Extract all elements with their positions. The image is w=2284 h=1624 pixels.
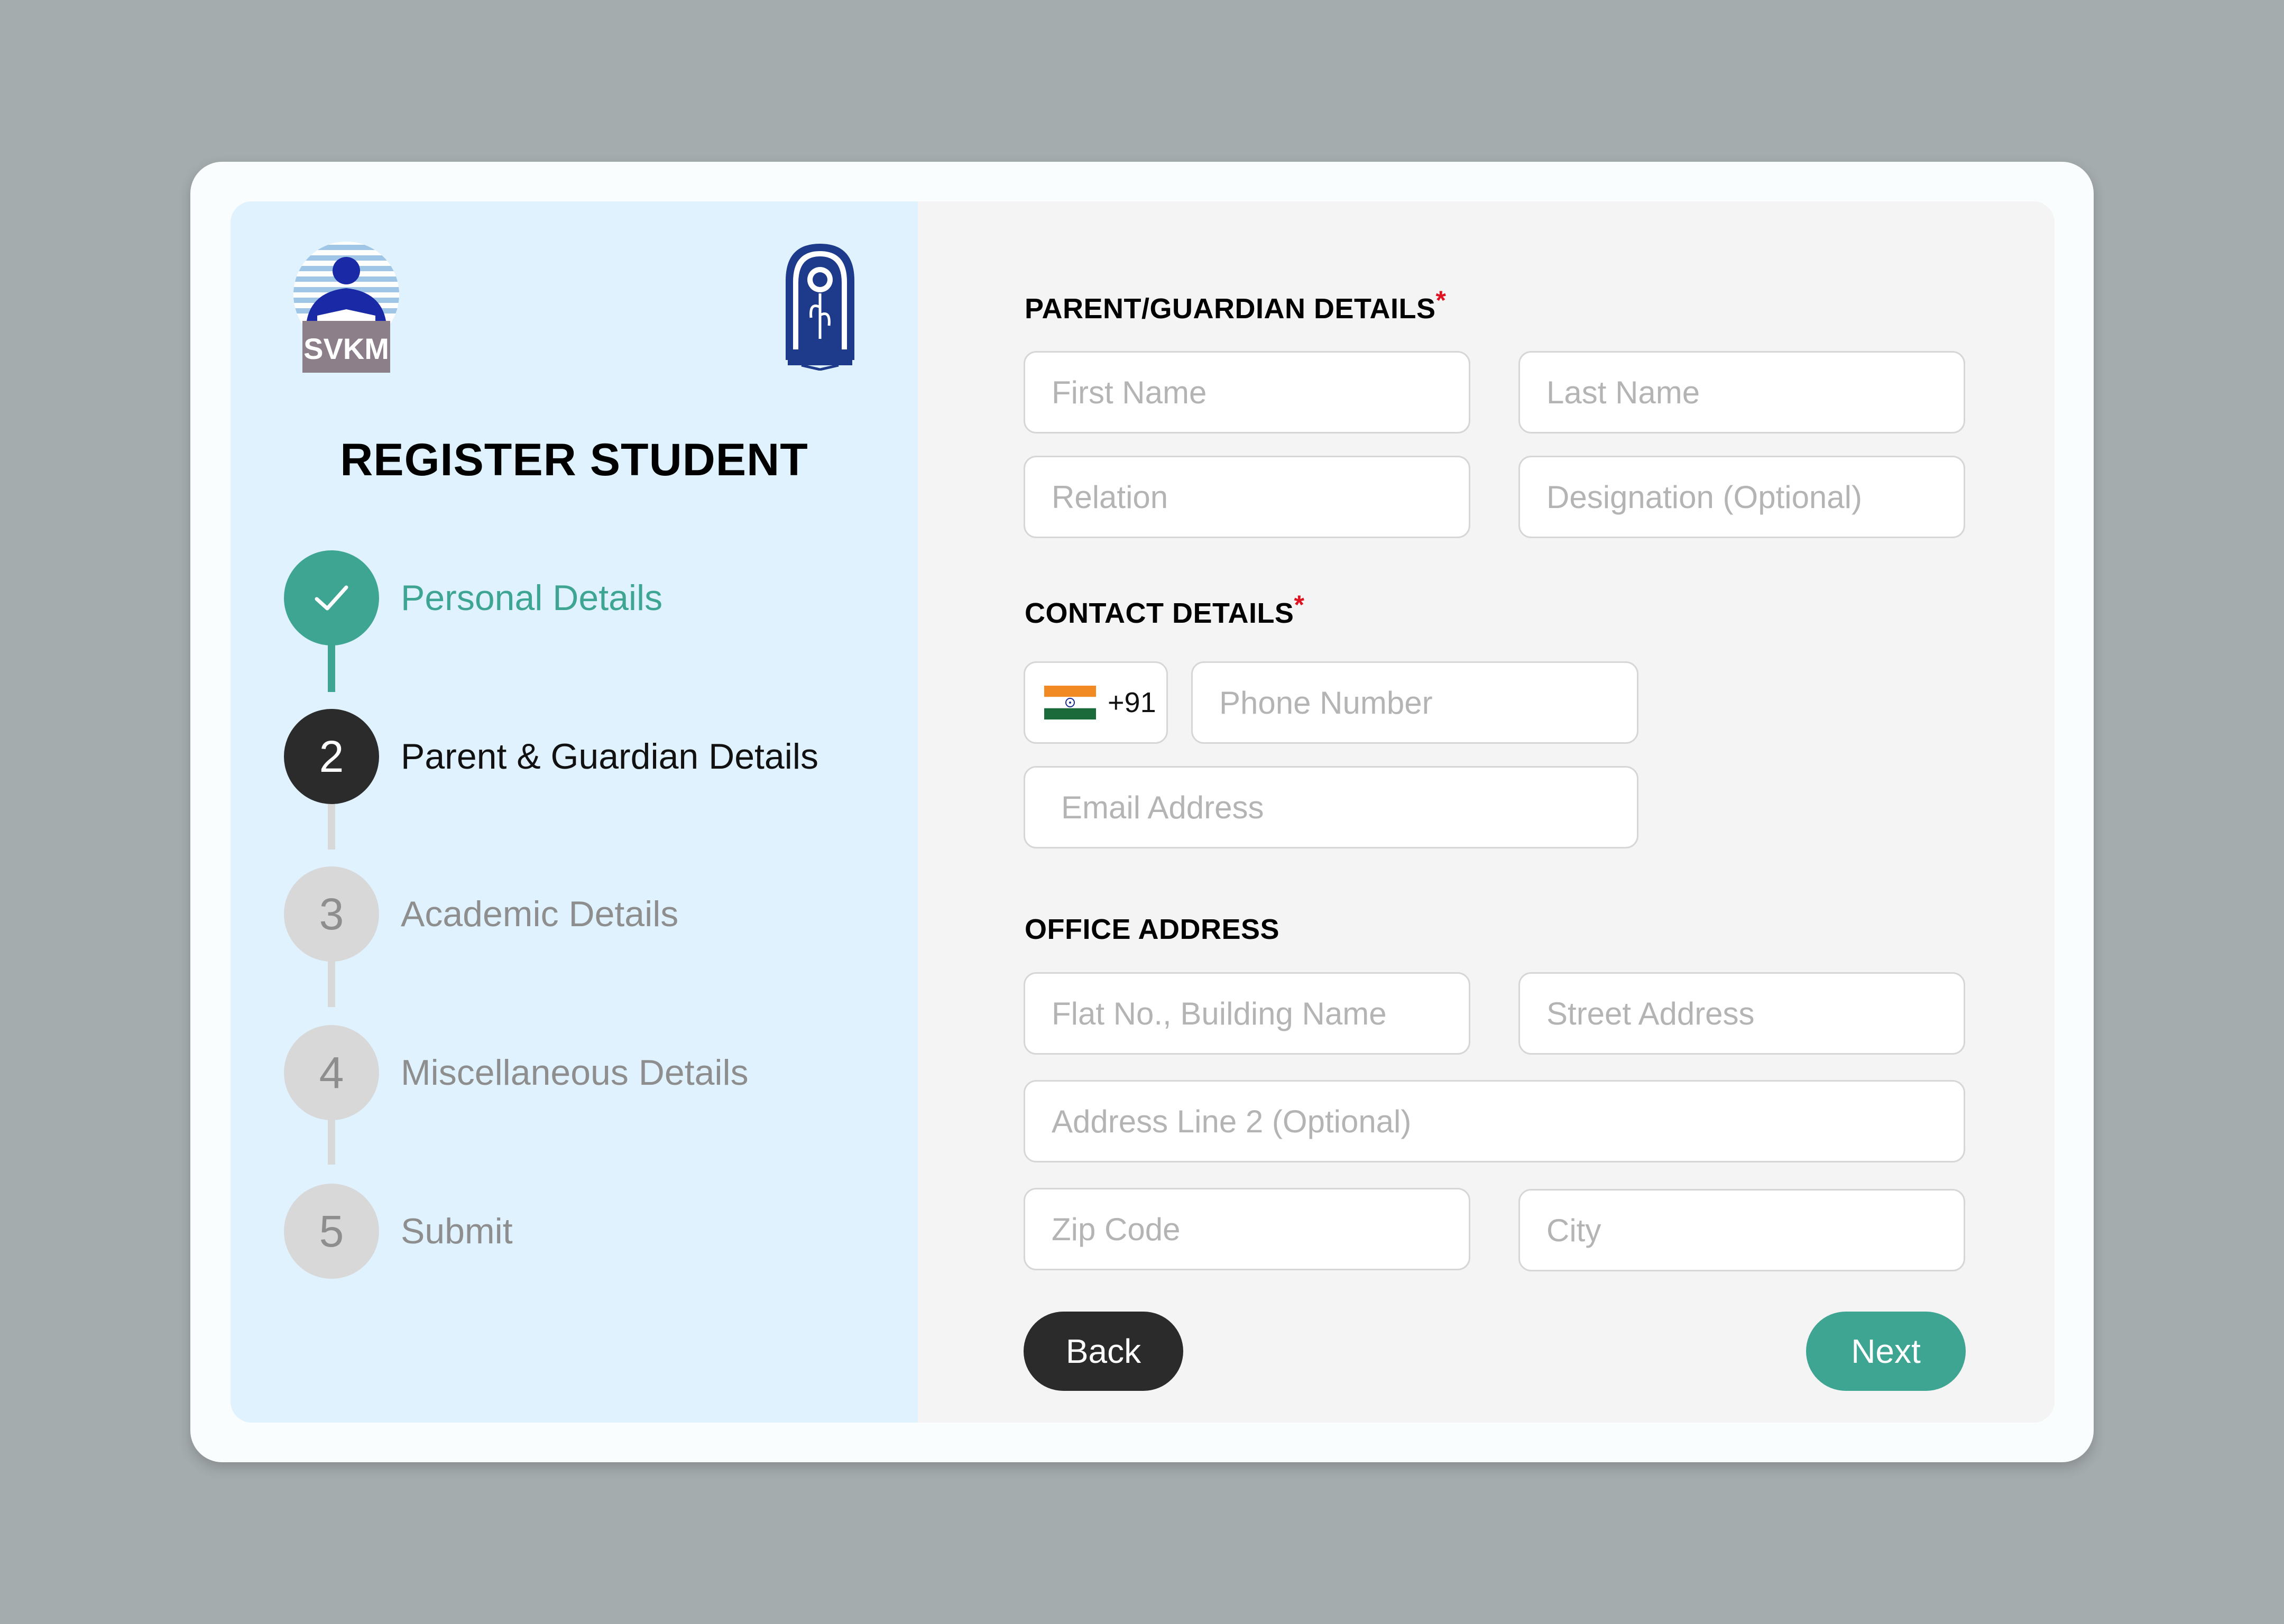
city-input[interactable]	[1520, 1191, 1964, 1270]
step-5-marker[interactable]: 5	[284, 1184, 379, 1279]
step-4-marker[interactable]: 4	[284, 1025, 379, 1120]
step-4-label[interactable]: Miscellaneous Details	[401, 1025, 749, 1120]
registration-panel: SVKM REGISTER STUDENT Personal Details 2…	[231, 201, 2055, 1423]
email-input[interactable]	[1025, 768, 1637, 847]
step-3-marker[interactable]: 3	[284, 866, 379, 962]
zip-code-field[interactable]	[1024, 1188, 1470, 1270]
contact-section-title: CONTACT DETAILS*	[1025, 590, 1304, 630]
office-section-title: OFFICE ADDRESS	[1025, 914, 1280, 945]
city-field[interactable]	[1518, 1189, 1965, 1271]
flat-building-field[interactable]	[1024, 972, 1470, 1055]
address-line2-input[interactable]	[1025, 1082, 1964, 1161]
svkm-logo: SVKM	[291, 242, 402, 374]
required-asterisk: *	[1294, 590, 1305, 620]
parent-section-title-text: PARENT/GUARDIAN DETAILS	[1025, 293, 1436, 325]
flat-building-input[interactable]	[1025, 974, 1469, 1053]
address-line2-field[interactable]	[1024, 1080, 1965, 1162]
street-address-input[interactable]	[1520, 974, 1964, 1053]
last-name-field[interactable]	[1518, 351, 1965, 433]
relation-field[interactable]	[1024, 456, 1470, 538]
step-1-label[interactable]: Personal Details	[401, 550, 662, 645]
step-1-marker[interactable]	[284, 550, 379, 645]
contact-section-title-text: CONTACT DETAILS	[1025, 597, 1294, 629]
step-3-label[interactable]: Academic Details	[401, 866, 678, 962]
designation-field[interactable]	[1518, 456, 1965, 538]
first-name-input[interactable]	[1025, 353, 1469, 432]
next-button[interactable]: Next	[1806, 1312, 1966, 1391]
first-name-field[interactable]	[1024, 351, 1470, 433]
email-field[interactable]	[1024, 766, 1638, 848]
phone-number-field[interactable]	[1191, 661, 1638, 744]
back-button[interactable]: Back	[1024, 1312, 1183, 1391]
steps-sidebar: SVKM REGISTER STUDENT Personal Details 2…	[231, 201, 918, 1423]
required-asterisk: *	[1435, 285, 1447, 315]
relation-input[interactable]	[1025, 457, 1469, 537]
zip-code-input[interactable]	[1025, 1189, 1469, 1269]
phone-number-input[interactable]	[1193, 663, 1637, 742]
parent-section-title: PARENT/GUARDIAN DETAILS*	[1025, 285, 1446, 325]
step-2-label[interactable]: Parent & Guardian Details	[401, 709, 818, 804]
last-name-input[interactable]	[1520, 353, 1964, 432]
country-code-selector[interactable]: +91	[1024, 661, 1168, 744]
designation-input[interactable]	[1520, 457, 1964, 537]
street-address-field[interactable]	[1518, 972, 1965, 1055]
page-title: REGISTER STUDENT	[340, 435, 808, 485]
step-2-marker[interactable]: 2	[284, 709, 379, 804]
checkmark-icon	[315, 585, 348, 611]
form-area: PARENT/GUARDIAN DETAILS* CONTACT DETAILS…	[918, 201, 2055, 1423]
india-flag-icon	[1044, 686, 1096, 719]
svg-text:SVKM: SVKM	[303, 332, 389, 365]
university-crest-logo	[780, 238, 860, 371]
step-5-label[interactable]: Submit	[401, 1184, 513, 1279]
country-code-text: +91	[1108, 687, 1156, 718]
